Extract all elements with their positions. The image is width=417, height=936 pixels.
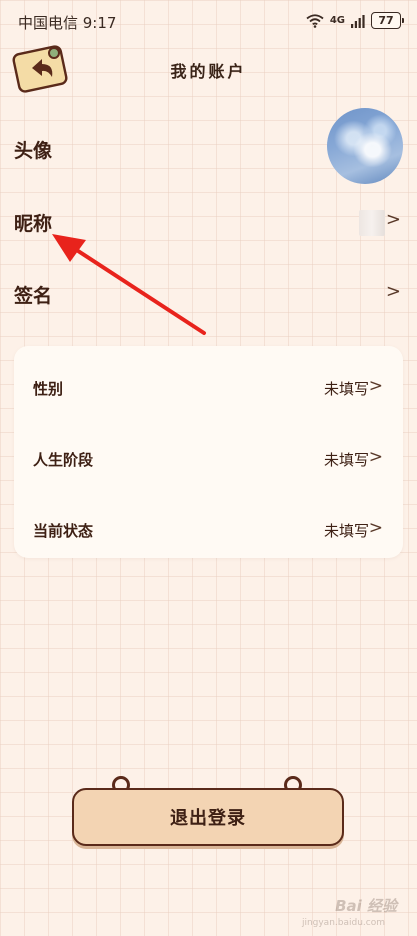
current-status-row[interactable]: 当前状态 未填写 > (14, 510, 403, 550)
chevron-right-icon: > (368, 376, 383, 396)
life-stage-value: 未填写 (323, 451, 369, 469)
battery-icon: 77 (371, 12, 404, 29)
logout-button[interactable]: 退出登录 (72, 788, 344, 846)
logout-area: 退出登录 (72, 776, 344, 850)
status-bar: 中国电信 9:17 4G 77 (0, 0, 417, 44)
chevron-right-icon: > (368, 447, 383, 467)
gender-label: 性别 (33, 380, 64, 398)
carrier-time: 中国电信 9:17 (18, 14, 117, 32)
info-card: 性别 未填写 > 人生阶段 未填写 > 当前状态 未填写 > (14, 346, 403, 558)
network-type: 4G (329, 14, 345, 26)
cell-signal-icon (351, 14, 365, 28)
avatar[interactable] (327, 108, 403, 184)
battery-level: 77 (378, 14, 394, 27)
status-icons: 4G 77 (306, 12, 404, 29)
gender-row[interactable]: 性别 未填写 > (14, 368, 403, 408)
gender-value: 未填写 (323, 380, 369, 398)
chevron-right-icon: > (385, 281, 401, 302)
chevron-right-icon: > (385, 209, 401, 230)
wifi-icon (306, 13, 324, 28)
life-stage-label: 人生阶段 (33, 451, 94, 469)
chevron-right-icon: > (368, 518, 383, 538)
life-stage-row[interactable]: 人生阶段 未填写 > (14, 439, 403, 479)
current-status-label: 当前状态 (33, 522, 94, 540)
avatar-label: 头像 (14, 140, 53, 162)
current-status-value: 未填写 (323, 522, 369, 540)
watermark-url: jingyan.baidu.com (301, 918, 385, 928)
signature-label: 签名 (14, 285, 53, 307)
nickname-value-blurred (359, 210, 385, 236)
page-title: 我的账户 (170, 62, 247, 81)
nickname-label: 昵称 (14, 213, 53, 235)
watermark-logo: Bai 经验 (335, 897, 397, 915)
